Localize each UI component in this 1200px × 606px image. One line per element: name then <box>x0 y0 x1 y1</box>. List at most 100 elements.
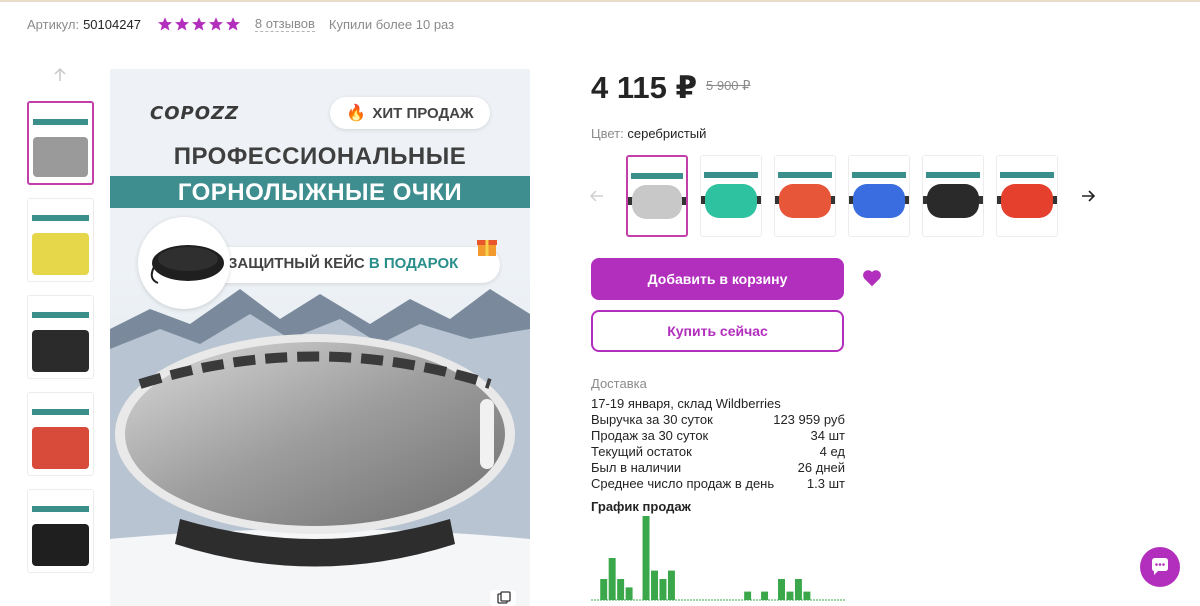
favorite-heart-icon[interactable] <box>861 267 883 289</box>
sales-chart <box>591 516 845 601</box>
stat-row: Среднее число продаж в день 1.3 шт <box>591 476 845 492</box>
thumb-image <box>32 427 89 469</box>
variant-header <box>628 157 686 173</box>
color-value: серебристый <box>627 126 707 141</box>
star-icon <box>174 17 189 31</box>
variant-goggle-lens <box>632 185 682 219</box>
thumb-image <box>32 524 89 566</box>
sales-bar <box>803 591 811 600</box>
thumb-image <box>33 137 88 177</box>
thumb-band <box>32 506 89 512</box>
color-selector-label: Цвет: серебристый <box>591 126 706 141</box>
variants-prev-arrow-icon[interactable] <box>589 188 605 204</box>
delivery-value: 17-19 января, склад Wildberries <box>591 396 781 411</box>
product-meta-row: Артикул: 50104247 8 отзывов Купили более… <box>27 15 454 33</box>
purchases-count: Купили более 10 раз <box>328 16 455 32</box>
variant-band <box>1000 172 1054 178</box>
variant-band <box>778 172 832 178</box>
variant-band <box>926 172 980 178</box>
sales-bar <box>778 579 785 600</box>
stat-label: Был в наличии <box>591 460 682 475</box>
thumb-header <box>29 103 92 117</box>
stat-row: Текущий остаток 4 ед <box>591 444 845 460</box>
stat-row: Был в наличии 26 дней <box>591 460 845 476</box>
chat-button[interactable] <box>1140 547 1180 587</box>
color-variant[interactable] <box>996 155 1058 237</box>
zoom-icon[interactable] <box>490 590 516 606</box>
thumb-band <box>32 312 89 318</box>
sales-bar <box>651 570 658 600</box>
variant-goggle-lens <box>927 184 979 218</box>
sales-bar <box>625 587 633 600</box>
variant-band <box>631 173 683 179</box>
thumb-image <box>32 330 89 372</box>
bestseller-badge: 🔥 ХИТ ПРОДАЖ <box>330 97 490 129</box>
flame-icon: 🔥 <box>346 105 367 122</box>
color-variant[interactable] <box>922 155 984 237</box>
image-title-line2: ГОРНОЛЫЖНЫЕ ОЧКИ <box>177 179 463 206</box>
reviews-link[interactable]: 8 отзывов <box>254 16 315 32</box>
star-icon <box>191 17 206 31</box>
thumb-image <box>32 233 89 275</box>
sales-bar <box>642 516 650 600</box>
sku-value: 50104247 <box>83 16 141 32</box>
variant-band <box>704 172 758 178</box>
variant-goggle-lens <box>779 184 831 218</box>
sales-bar <box>659 579 667 600</box>
stat-value: 26 дней <box>797 460 845 475</box>
gallery-thumbnail[interactable] <box>27 101 94 185</box>
old-price: 5 900 ₽ <box>706 78 751 93</box>
sku-label: Артикул: <box>27 16 80 32</box>
variant-goggle-lens <box>853 184 905 218</box>
gallery-thumbnail[interactable] <box>27 489 94 573</box>
gallery-thumbnail[interactable] <box>27 198 94 282</box>
gallery-thumbnails <box>27 101 94 586</box>
color-variants <box>626 155 1058 237</box>
gallery-thumbnail[interactable] <box>27 295 94 379</box>
sales-bar <box>600 579 608 600</box>
thumb-header <box>28 393 93 407</box>
thumb-band <box>32 409 89 415</box>
color-variant[interactable] <box>774 155 836 237</box>
thumb-band <box>33 119 88 125</box>
sales-stats-table: Выручка за 30 суток 123 959 руб Продаж за … <box>591 412 845 492</box>
stat-label: Выручка за 30 суток <box>591 412 713 427</box>
top-divider <box>0 0 1200 2</box>
buy-now-button[interactable]: Купить сейчас <box>591 310 844 352</box>
stat-row: Продаж за 30 суток 34 шт <box>591 428 845 444</box>
thumb-header <box>28 199 93 213</box>
delivery-label: Доставка <box>591 376 647 391</box>
color-label-text: Цвет: <box>591 126 624 141</box>
star-icon <box>157 17 172 31</box>
brand-logo: COPOZZ <box>150 103 240 124</box>
sales-bar <box>786 591 794 600</box>
color-variant[interactable] <box>848 155 910 237</box>
stat-label: Среднее число продаж в день <box>591 476 775 491</box>
gallery-thumbnail[interactable] <box>27 392 94 476</box>
variant-header <box>923 156 983 172</box>
variants-next-arrow-icon[interactable] <box>1080 188 1096 204</box>
stat-value: 4 ед <box>819 444 845 459</box>
case-image <box>138 217 230 309</box>
case-promo-text: ЗАЩИТНЫЙ КЕЙС В ПОДАРОК <box>228 255 458 272</box>
variant-header <box>997 156 1057 172</box>
stat-value: 123 959 руб <box>773 412 845 427</box>
main-product-image[interactable]: COPOZZ 🔥 ХИТ ПРОДАЖ ПРОФЕССИОНАЛЬНЫЕ ГОР… <box>110 69 530 606</box>
variant-goggle-lens <box>1001 184 1053 218</box>
star-icon <box>208 17 223 31</box>
image-title-line1: ПРОФЕССИОНАЛЬНЫЕ <box>173 143 467 170</box>
mountains-background <box>110 269 530 606</box>
color-variant[interactable] <box>700 155 762 237</box>
sales-bar <box>608 558 616 600</box>
stat-label: Текущий остаток <box>591 444 692 459</box>
sales-bar <box>744 591 752 600</box>
add-to-cart-button[interactable]: Добавить в корзину <box>591 258 844 300</box>
color-variant[interactable] <box>626 155 688 237</box>
sales-bar <box>761 591 769 600</box>
variant-goggle-lens <box>705 184 757 218</box>
thumb-header <box>28 296 93 310</box>
rating-stars[interactable] <box>157 16 241 32</box>
variant-band <box>852 172 906 178</box>
case-promo-highlight: В ПОДАРОК <box>368 255 459 272</box>
gallery-up-arrow-icon[interactable] <box>51 66 69 84</box>
